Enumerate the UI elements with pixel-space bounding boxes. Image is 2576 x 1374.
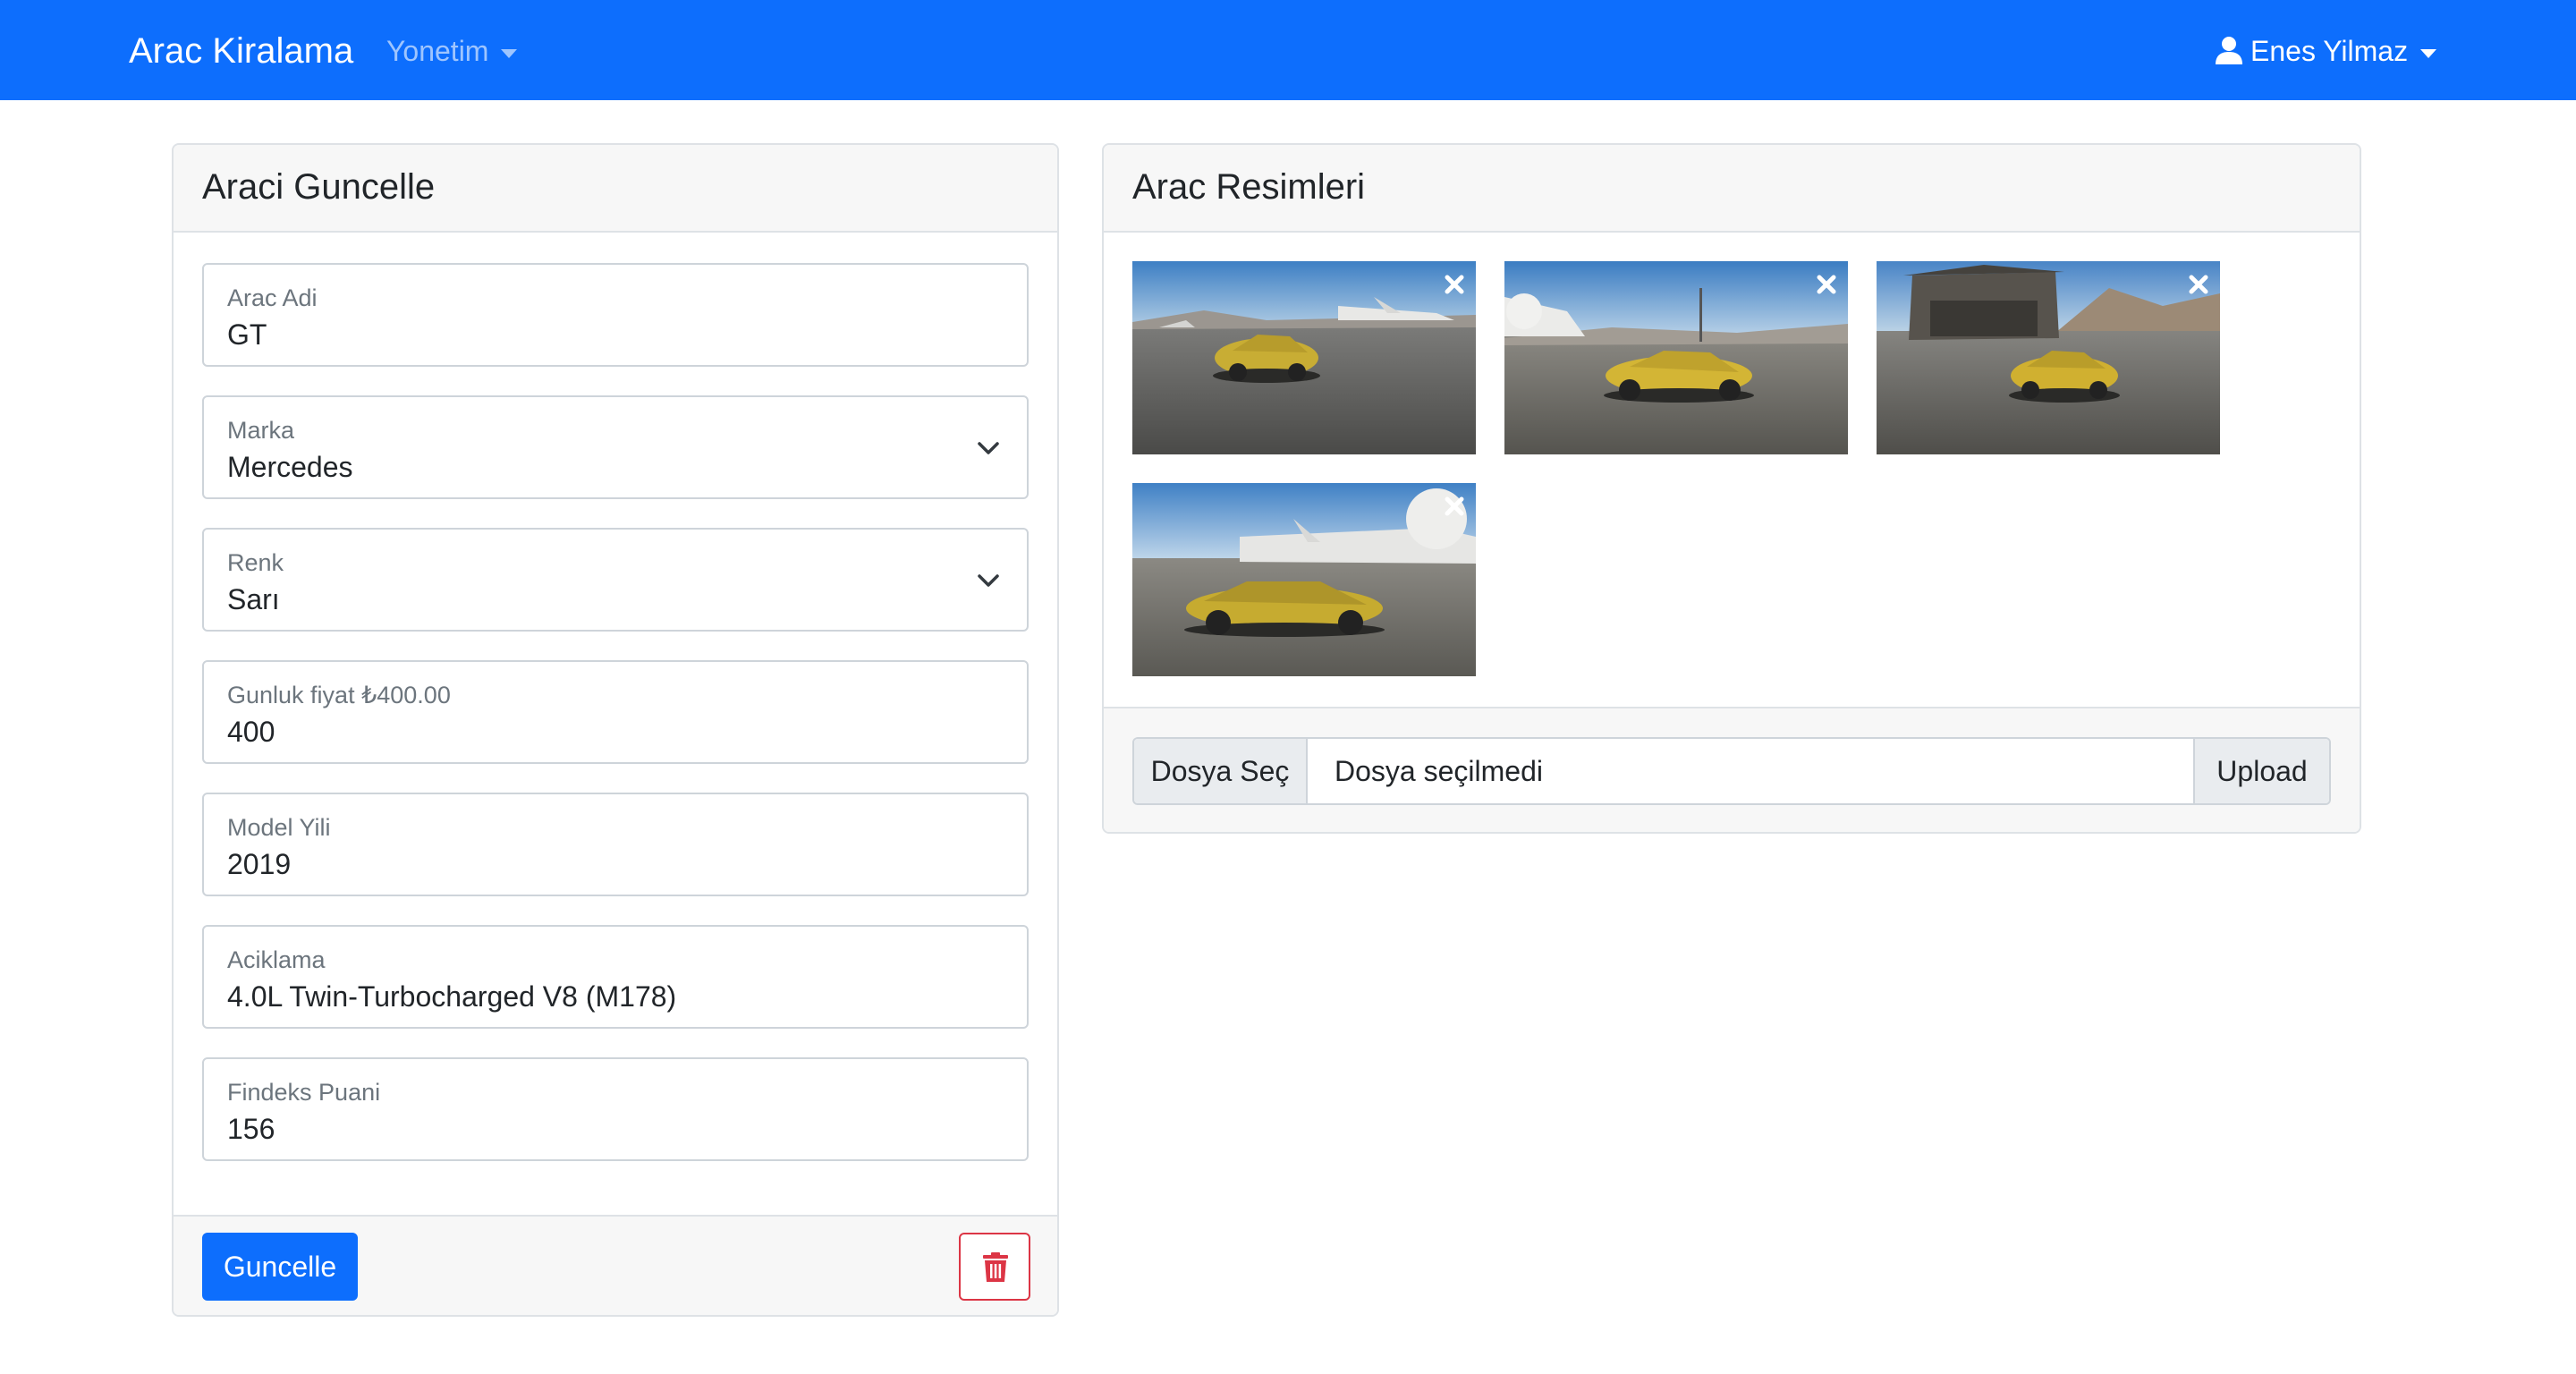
file-status: Dosya seçilmedi — [1335, 755, 1543, 787]
file-upload-group: Dosya Seç Dosya seçilmedi Upload — [1132, 737, 2331, 805]
findeks-score-field[interactable]: Findeks Puani 156 — [202, 1057, 1029, 1161]
brand-link[interactable]: Arac Kiralama — [129, 29, 353, 73]
close-icon[interactable] — [2188, 274, 2209, 295]
car-image-1 — [1132, 261, 1476, 454]
field-label: Gunluk fiyat ₺400.00 — [227, 682, 451, 708]
daily-price-field[interactable]: Gunluk fiyat ₺400.00 400 — [202, 660, 1029, 764]
edit-car-card-header: Araci Guncelle — [174, 145, 1057, 233]
user-icon — [2216, 37, 2242, 64]
car-image-3 — [1877, 261, 2220, 454]
field-value[interactable]: 2019 — [227, 846, 291, 882]
brand-select[interactable]: Marka Mercedes — [202, 395, 1029, 499]
car-images-title: Arac Resimleri — [1132, 167, 1366, 207]
description-field[interactable]: Aciklama 4.0L Twin-Turbocharged V8 (M178… — [202, 925, 1029, 1029]
admin-dropdown[interactable]: Yonetim — [386, 32, 518, 70]
car-images-card-header: Arac Resimleri — [1104, 145, 2360, 233]
car-image-4 — [1132, 483, 1476, 676]
field-label: Marka — [227, 417, 295, 444]
field-label: Model Yili — [227, 814, 331, 841]
model-year-field[interactable]: Model Yili 2019 — [202, 793, 1029, 896]
field-value: Sarı — [227, 583, 280, 615]
field-value: Mercedes — [227, 451, 353, 483]
field-label: Aciklama — [227, 946, 326, 973]
chevron-down-icon — [978, 442, 999, 454]
edit-car-card-footer: Guncelle — [174, 1215, 1057, 1315]
field-value[interactable]: GT — [227, 317, 267, 352]
edit-car-title: Araci Guncelle — [202, 167, 436, 207]
update-button[interactable]: Guncelle — [202, 1233, 358, 1301]
field-label: Arac Adi — [227, 284, 318, 311]
user-name: Enes Yilmaz — [2250, 35, 2409, 67]
caret-down-icon — [501, 48, 518, 58]
car-images-card: Arac Resimleri Dosya Seç Dosya seçilmedi… — [1102, 143, 2361, 834]
close-icon[interactable] — [1816, 274, 1837, 295]
edit-car-card: Araci Guncelle Arac Adi GT Marka Mercede… — [172, 143, 1059, 1317]
chevron-down-icon — [978, 574, 999, 587]
color-select[interactable]: Renk Sarı — [202, 528, 1029, 632]
close-icon[interactable] — [1444, 496, 1465, 517]
trash-icon — [983, 1252, 1008, 1282]
field-value[interactable]: 400 — [227, 714, 275, 750]
navbar: Arac Kiralama Yonetim Enes Yilmaz — [0, 0, 2576, 100]
car-image-2 — [1504, 261, 1848, 454]
admin-dropdown-label: Yonetim — [386, 35, 489, 67]
delete-button[interactable] — [959, 1233, 1030, 1301]
field-value[interactable]: 156 — [227, 1111, 275, 1147]
user-dropdown[interactable]: Enes Yilmaz — [2215, 32, 2437, 70]
field-label: Renk — [227, 549, 284, 576]
choose-file-button[interactable]: Dosya Seç — [1134, 739, 1308, 803]
car-name-field[interactable]: Arac Adi GT — [202, 263, 1029, 367]
car-images-card-footer: Dosya Seç Dosya seçilmedi Upload — [1104, 707, 2360, 832]
field-label: Findeks Puani — [227, 1079, 381, 1106]
caret-down-icon — [2420, 48, 2437, 58]
field-value[interactable]: 4.0L Twin-Turbocharged V8 (M178) — [227, 979, 676, 1014]
close-icon[interactable] — [1444, 274, 1465, 295]
upload-button[interactable]: Upload — [2193, 739, 2329, 803]
